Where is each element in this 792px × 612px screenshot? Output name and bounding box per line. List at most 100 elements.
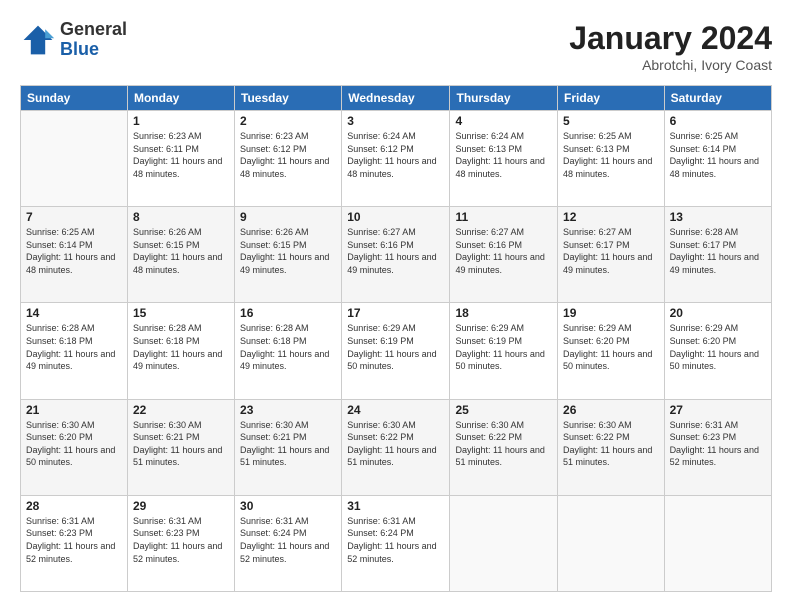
day-number: 17 bbox=[347, 306, 444, 320]
day-info: Sunrise: 6:25 AMSunset: 6:14 PMDaylight:… bbox=[26, 226, 122, 276]
day-number: 25 bbox=[455, 403, 552, 417]
day-info: Sunrise: 6:30 AMSunset: 6:20 PMDaylight:… bbox=[26, 419, 122, 469]
col-header-wednesday: Wednesday bbox=[342, 86, 450, 111]
calendar-cell: 17 Sunrise: 6:29 AMSunset: 6:19 PMDayligh… bbox=[342, 303, 450, 399]
day-number: 20 bbox=[670, 306, 766, 320]
day-number: 8 bbox=[133, 210, 229, 224]
col-header-saturday: Saturday bbox=[664, 86, 771, 111]
day-number: 7 bbox=[26, 210, 122, 224]
day-info: Sunrise: 6:29 AMSunset: 6:20 PMDaylight:… bbox=[670, 322, 766, 372]
calendar-row-1: 7 Sunrise: 6:25 AMSunset: 6:14 PMDaylight… bbox=[21, 207, 772, 303]
title-block: January 2024 Abrotchi, Ivory Coast bbox=[569, 20, 772, 73]
day-info: Sunrise: 6:31 AMSunset: 6:24 PMDaylight:… bbox=[347, 515, 444, 565]
calendar-cell: 9Sunrise: 6:26 AMSunset: 6:15 PMDaylight… bbox=[235, 207, 342, 303]
day-number: 1 bbox=[133, 114, 229, 128]
day-info: Sunrise: 6:28 AMSunset: 6:18 PMDaylight:… bbox=[240, 322, 336, 372]
logo-general-label: General bbox=[60, 20, 127, 40]
calendar-cell: 12Sunrise: 6:27 AMSunset: 6:17 PMDayligh… bbox=[558, 207, 665, 303]
col-header-thursday: Thursday bbox=[450, 86, 558, 111]
day-number: 9 bbox=[240, 210, 336, 224]
calendar-cell: 10 Sunrise: 6:27 AMSunset: 6:16 PMDayligh… bbox=[342, 207, 450, 303]
calendar-cell: 22 Sunrise: 6:30 AMSunset: 6:21 PMDayligh… bbox=[127, 399, 234, 495]
calendar-cell bbox=[450, 495, 558, 591]
calendar-cell: 23Sunrise: 6:30 AMSunset: 6:21 PMDayligh… bbox=[235, 399, 342, 495]
logo-icon bbox=[20, 22, 56, 58]
day-info: Sunrise: 6:31 AMSunset: 6:23 PMDaylight:… bbox=[670, 419, 766, 469]
day-number: 14 bbox=[26, 306, 122, 320]
day-info: Sunrise: 6:24 AMSunset: 6:13 PMDaylight:… bbox=[455, 130, 552, 180]
day-info: Sunrise: 6:30 AMSunset: 6:22 PMDaylight:… bbox=[563, 419, 659, 469]
calendar-row-4: 28Sunrise: 6:31 AMSunset: 6:23 PMDayligh… bbox=[21, 495, 772, 591]
calendar-cell: 21 Sunrise: 6:30 AMSunset: 6:20 PMDayligh… bbox=[21, 399, 128, 495]
day-info: Sunrise: 6:26 AMSunset: 6:15 PMDaylight:… bbox=[133, 226, 229, 276]
calendar-cell: 19 Sunrise: 6:29 AMSunset: 6:20 PMDayligh… bbox=[558, 303, 665, 399]
calendar-cell: 25 Sunrise: 6:30 AMSunset: 6:22 PMDayligh… bbox=[450, 399, 558, 495]
calendar-cell: 11 Sunrise: 6:27 AMSunset: 6:16 PMDayligh… bbox=[450, 207, 558, 303]
day-number: 21 bbox=[26, 403, 122, 417]
day-info: Sunrise: 6:31 AMSunset: 6:24 PMDaylight:… bbox=[240, 515, 336, 565]
day-info: Sunrise: 6:30 AMSunset: 6:22 PMDaylight:… bbox=[455, 419, 552, 469]
day-number: 23 bbox=[240, 403, 336, 417]
day-number: 29 bbox=[133, 499, 229, 513]
header: General Blue January 2024 Abrotchi, Ivor… bbox=[20, 20, 772, 73]
day-number: 27 bbox=[670, 403, 766, 417]
calendar-cell: 7 Sunrise: 6:25 AMSunset: 6:14 PMDaylight… bbox=[21, 207, 128, 303]
calendar-row-2: 14 Sunrise: 6:28 AMSunset: 6:18 PMDayligh… bbox=[21, 303, 772, 399]
calendar-cell: 26 Sunrise: 6:30 AMSunset: 6:22 PMDayligh… bbox=[558, 399, 665, 495]
day-number: 2 bbox=[240, 114, 336, 128]
calendar-cell: 2Sunrise: 6:23 AMSunset: 6:12 PMDaylight… bbox=[235, 111, 342, 207]
day-info: Sunrise: 6:27 AMSunset: 6:16 PMDaylight:… bbox=[347, 226, 444, 276]
day-number: 10 bbox=[347, 210, 444, 224]
calendar-cell: 20 Sunrise: 6:29 AMSunset: 6:20 PMDayligh… bbox=[664, 303, 771, 399]
day-number: 4 bbox=[455, 114, 552, 128]
day-info: Sunrise: 6:29 AMSunset: 6:20 PMDaylight:… bbox=[563, 322, 659, 372]
calendar-cell bbox=[664, 495, 771, 591]
day-info: Sunrise: 6:30 AMSunset: 6:21 PMDaylight:… bbox=[133, 419, 229, 469]
day-number: 15 bbox=[133, 306, 229, 320]
day-number: 13 bbox=[670, 210, 766, 224]
calendar-cell bbox=[21, 111, 128, 207]
col-header-sunday: Sunday bbox=[21, 86, 128, 111]
calendar-cell: 28Sunrise: 6:31 AMSunset: 6:23 PMDayligh… bbox=[21, 495, 128, 591]
calendar-cell: 4 Sunrise: 6:24 AMSunset: 6:13 PMDaylight… bbox=[450, 111, 558, 207]
day-number: 6 bbox=[670, 114, 766, 128]
day-info: Sunrise: 6:28 AMSunset: 6:17 PMDaylight:… bbox=[670, 226, 766, 276]
calendar-cell: 3Sunrise: 6:24 AMSunset: 6:12 PMDaylight… bbox=[342, 111, 450, 207]
calendar-cell bbox=[558, 495, 665, 591]
day-info: Sunrise: 6:23 AMSunset: 6:11 PMDaylight:… bbox=[133, 130, 229, 180]
day-number: 12 bbox=[563, 210, 659, 224]
day-number: 3 bbox=[347, 114, 444, 128]
day-number: 19 bbox=[563, 306, 659, 320]
calendar-cell: 13 Sunrise: 6:28 AMSunset: 6:17 PMDayligh… bbox=[664, 207, 771, 303]
calendar-cell: 18 Sunrise: 6:29 AMSunset: 6:19 PMDayligh… bbox=[450, 303, 558, 399]
day-number: 22 bbox=[133, 403, 229, 417]
day-number: 31 bbox=[347, 499, 444, 513]
day-info: Sunrise: 6:31 AMSunset: 6:23 PMDaylight:… bbox=[133, 515, 229, 565]
calendar-cell: 16 Sunrise: 6:28 AMSunset: 6:18 PMDayligh… bbox=[235, 303, 342, 399]
calendar-row-0: 1 Sunrise: 6:23 AMSunset: 6:11 PMDaylight… bbox=[21, 111, 772, 207]
day-number: 30 bbox=[240, 499, 336, 513]
day-info: Sunrise: 6:25 AMSunset: 6:13 PMDaylight:… bbox=[563, 130, 659, 180]
calendar-cell: 30 Sunrise: 6:31 AMSunset: 6:24 PMDayligh… bbox=[235, 495, 342, 591]
day-info: Sunrise: 6:25 AMSunset: 6:14 PMDaylight:… bbox=[670, 130, 766, 180]
calendar-cell: 24 Sunrise: 6:30 AMSunset: 6:22 PMDayligh… bbox=[342, 399, 450, 495]
day-info: Sunrise: 6:31 AMSunset: 6:23 PMDaylight:… bbox=[26, 515, 122, 565]
day-number: 11 bbox=[455, 210, 552, 224]
col-header-monday: Monday bbox=[127, 86, 234, 111]
calendar-table: SundayMondayTuesdayWednesdayThursdayFrid… bbox=[20, 85, 772, 592]
calendar-cell: 5Sunrise: 6:25 AMSunset: 6:13 PMDaylight… bbox=[558, 111, 665, 207]
day-number: 18 bbox=[455, 306, 552, 320]
calendar-cell: 6 Sunrise: 6:25 AMSunset: 6:14 PMDaylight… bbox=[664, 111, 771, 207]
day-info: Sunrise: 6:30 AMSunset: 6:22 PMDaylight:… bbox=[347, 419, 444, 469]
calendar-cell: 8 Sunrise: 6:26 AMSunset: 6:15 PMDaylight… bbox=[127, 207, 234, 303]
calendar-cell: 1 Sunrise: 6:23 AMSunset: 6:11 PMDaylight… bbox=[127, 111, 234, 207]
day-number: 16 bbox=[240, 306, 336, 320]
page: General Blue January 2024 Abrotchi, Ivor… bbox=[0, 0, 792, 612]
day-info: Sunrise: 6:29 AMSunset: 6:19 PMDaylight:… bbox=[455, 322, 552, 372]
day-info: Sunrise: 6:27 AMSunset: 6:16 PMDaylight:… bbox=[455, 226, 552, 276]
calendar-cell: 15Sunrise: 6:28 AMSunset: 6:18 PMDayligh… bbox=[127, 303, 234, 399]
logo-blue-label: Blue bbox=[60, 40, 127, 60]
day-info: Sunrise: 6:29 AMSunset: 6:19 PMDaylight:… bbox=[347, 322, 444, 372]
day-number: 26 bbox=[563, 403, 659, 417]
day-number: 24 bbox=[347, 403, 444, 417]
